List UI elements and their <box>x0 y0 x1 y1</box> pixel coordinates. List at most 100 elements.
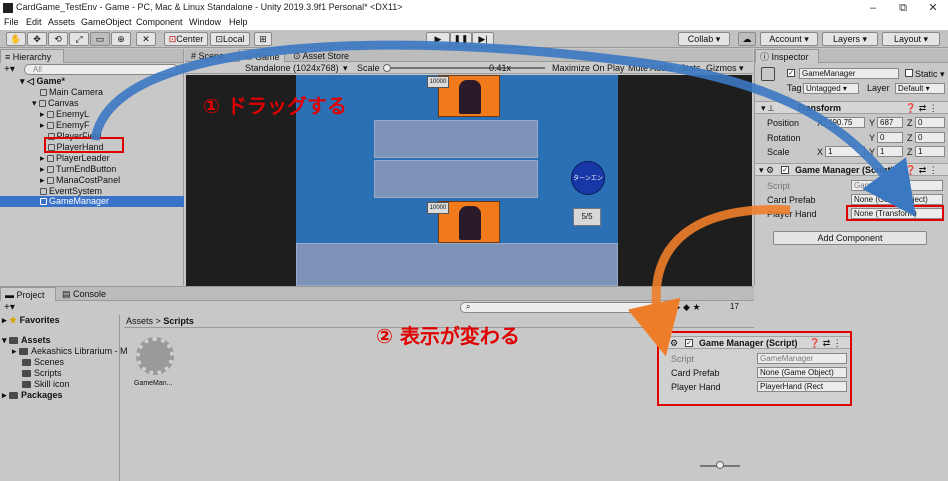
menu-file[interactable]: File <box>4 17 19 27</box>
game-manager-header[interactable]: ▾ ⚙ ✓ Game Manager (Script) ❓ ⇄ ⋮ <box>755 163 948 176</box>
pos-x-field[interactable]: 490.75 <box>825 117 865 128</box>
tree-assets[interactable]: ▾ Assets <box>2 335 51 346</box>
player-hand-field-highlight <box>846 205 944 221</box>
menu-edit[interactable]: Edit <box>26 17 42 27</box>
tree-enemy-leader[interactable]: ▸ EnemyL <box>40 109 89 120</box>
scale-slider[interactable] <box>385 67 545 69</box>
hand-tool-icon[interactable]: ✋ <box>6 32 26 46</box>
menu-window[interactable]: Window <box>189 17 221 27</box>
tree-main-camera[interactable]: Main Camera <box>40 87 103 98</box>
tree-turn-end-button[interactable]: ▸ TurnEndButton <box>40 164 116 175</box>
tab-asset-store[interactable]: ⊙ Asset Store <box>289 49 353 63</box>
card-prefab-field[interactable]: None (Game Object) <box>851 194 943 205</box>
tab-game[interactable]: ▭ Game <box>239 49 285 63</box>
menu-component[interactable]: Component <box>136 17 183 27</box>
breadcrumb-current[interactable]: Scripts <box>163 316 194 326</box>
gizmos-dropdown[interactable]: Gizmos ▾ <box>706 63 744 74</box>
tab-inspector[interactable]: ⓘ Inspector <box>755 49 819 63</box>
add-icon[interactable]: +▾ <box>4 64 15 75</box>
minimize-button[interactable]: – <box>858 0 888 16</box>
maximize-button[interactable]: ⧉ <box>888 0 918 16</box>
tag-dropdown[interactable]: Untagged ▾ <box>803 83 859 94</box>
add-component-button[interactable]: Add Component <box>773 231 927 245</box>
card-art <box>459 206 481 240</box>
breadcrumb-root[interactable]: Assets <box>126 316 153 326</box>
rotate-tool-icon[interactable]: ⟲ <box>48 32 68 46</box>
transform-header[interactable]: ▾ ⟂ Transform ❓ ⇄ ⋮ <box>755 101 948 114</box>
tree-folder-scripts[interactable]: Scripts <box>22 368 62 379</box>
pause-button[interactable]: ❚❚ <box>450 32 472 46</box>
scene-root[interactable]: ▾ ◁ Game* <box>20 76 65 87</box>
scale-slider-handle[interactable] <box>383 64 391 72</box>
active-checkbox[interactable]: ✓ <box>787 69 795 77</box>
tree-mana-cost-panel[interactable]: ▸ ManaCostPanel <box>40 175 120 186</box>
assets-label: Assets <box>21 335 51 345</box>
tree-folder-scenes[interactable]: Scenes <box>22 357 64 368</box>
tab-scene[interactable]: # Scene <box>187 49 228 63</box>
hierarchy-search-input[interactable]: All <box>24 64 178 75</box>
component-enabled-checkbox[interactable]: ✓ <box>781 166 789 174</box>
move-tool-icon[interactable]: ✥ <box>27 32 47 46</box>
create-icon[interactable]: +▾ <box>4 302 15 313</box>
collab-button[interactable]: Collab ▾ <box>678 32 730 46</box>
rot-z-field[interactable]: 0 <box>915 132 945 143</box>
rotation-label: Rotation <box>767 133 801 143</box>
layer-dropdown[interactable]: Default ▾ <box>895 83 945 94</box>
static-checkbox[interactable] <box>905 69 913 77</box>
cloud-icon[interactable]: ☁ <box>738 32 756 46</box>
turn-end-button[interactable]: ターンエンド <box>571 161 605 216</box>
script-file-name[interactable]: GameMan... <box>134 380 173 387</box>
tree-packages[interactable]: ▸ Packages <box>2 390 63 401</box>
tree-canvas[interactable]: ▾ Canvas <box>32 98 79 109</box>
play-button[interactable]: ▶ <box>426 32 450 46</box>
transform-tool-icon[interactable]: ⊕ <box>111 32 131 46</box>
rot-y-field[interactable]: 0 <box>877 132 903 143</box>
folder-icon <box>22 359 31 366</box>
tree-enemy-field[interactable]: ▸ EnemyF <box>40 120 90 131</box>
help-icon[interactable]: ❓ ⇄ ⋮ <box>905 103 938 114</box>
after-player-hand-label: Player Hand <box>671 382 721 392</box>
folder-icon <box>22 381 31 388</box>
scl-z-field[interactable]: 1 <box>915 146 945 157</box>
maximize-on-play-toggle[interactable]: Maximize On Play <box>552 63 625 73</box>
icon-size-slider-handle[interactable] <box>716 461 724 469</box>
filter-icons[interactable]: ▸ ◆ ★ <box>676 302 701 313</box>
script-gear-icon[interactable] <box>136 337 174 375</box>
pivot-center-button[interactable]: ⊡Center <box>164 32 208 46</box>
scl-y-field[interactable]: 1 <box>877 146 903 157</box>
resolution-dropdown[interactable]: Standalone (1024x768) <box>245 63 339 73</box>
tree-favorites[interactable]: ▸ ★ Favorites <box>2 315 60 326</box>
enemy-leader-card[interactable]: 10000 <box>427 75 500 117</box>
tab-console[interactable]: ▤ Console <box>58 287 110 301</box>
scl-x-field[interactable]: 1 <box>825 146 865 157</box>
custom-tool-icon[interactable]: ✕ <box>136 32 156 46</box>
stats-toggle[interactable]: Stats <box>680 63 701 73</box>
layout-button[interactable]: Layout ▾ <box>882 32 940 46</box>
rect-tool-icon[interactable]: ▭ <box>90 32 110 46</box>
object-name-field[interactable]: GameManager <box>799 68 899 79</box>
scale-tool-icon[interactable]: ⤢ <box>69 32 89 46</box>
menu-help[interactable]: Help <box>229 17 248 27</box>
menu-gameobject[interactable]: GameObject <box>81 17 132 27</box>
pos-z-field[interactable]: 0 <box>915 117 945 128</box>
tree-game-manager[interactable]: GameManager <box>40 196 109 207</box>
player-leader-card[interactable]: 10000 <box>427 201 500 243</box>
project-search-input[interactable] <box>460 302 670 313</box>
static-dropdown[interactable]: Static ▾ <box>915 69 945 80</box>
pos-y-field[interactable]: 687 <box>877 117 903 128</box>
account-button[interactable]: Account ▾ <box>760 32 818 46</box>
step-button[interactable]: ▶| <box>472 32 494 46</box>
tree-folder-aekashics[interactable]: ▸ Aekashics Librarium - M <box>12 346 128 357</box>
tree-folder-skill-icon[interactable]: Skill icon <box>22 379 70 390</box>
close-button[interactable]: ✕ <box>918 0 948 16</box>
tree-player-leader[interactable]: ▸ PlayerLeader <box>40 153 110 164</box>
menu-assets[interactable]: Assets <box>48 17 75 27</box>
pivot-local-button[interactable]: ⊡Local <box>210 32 250 46</box>
tab-hierarchy[interactable]: ≡ Hierarchy <box>0 49 64 63</box>
tab-project[interactable]: ▬ Project <box>0 287 56 301</box>
help-icon[interactable]: ❓ ⇄ ⋮ <box>905 165 938 176</box>
snap-icon[interactable]: ⊞ <box>254 32 272 46</box>
layers-button[interactable]: Layers ▾ <box>822 32 878 46</box>
mute-audio-toggle[interactable]: Mute Audio <box>628 63 673 73</box>
breadcrumb: Assets > Scripts <box>126 316 194 326</box>
